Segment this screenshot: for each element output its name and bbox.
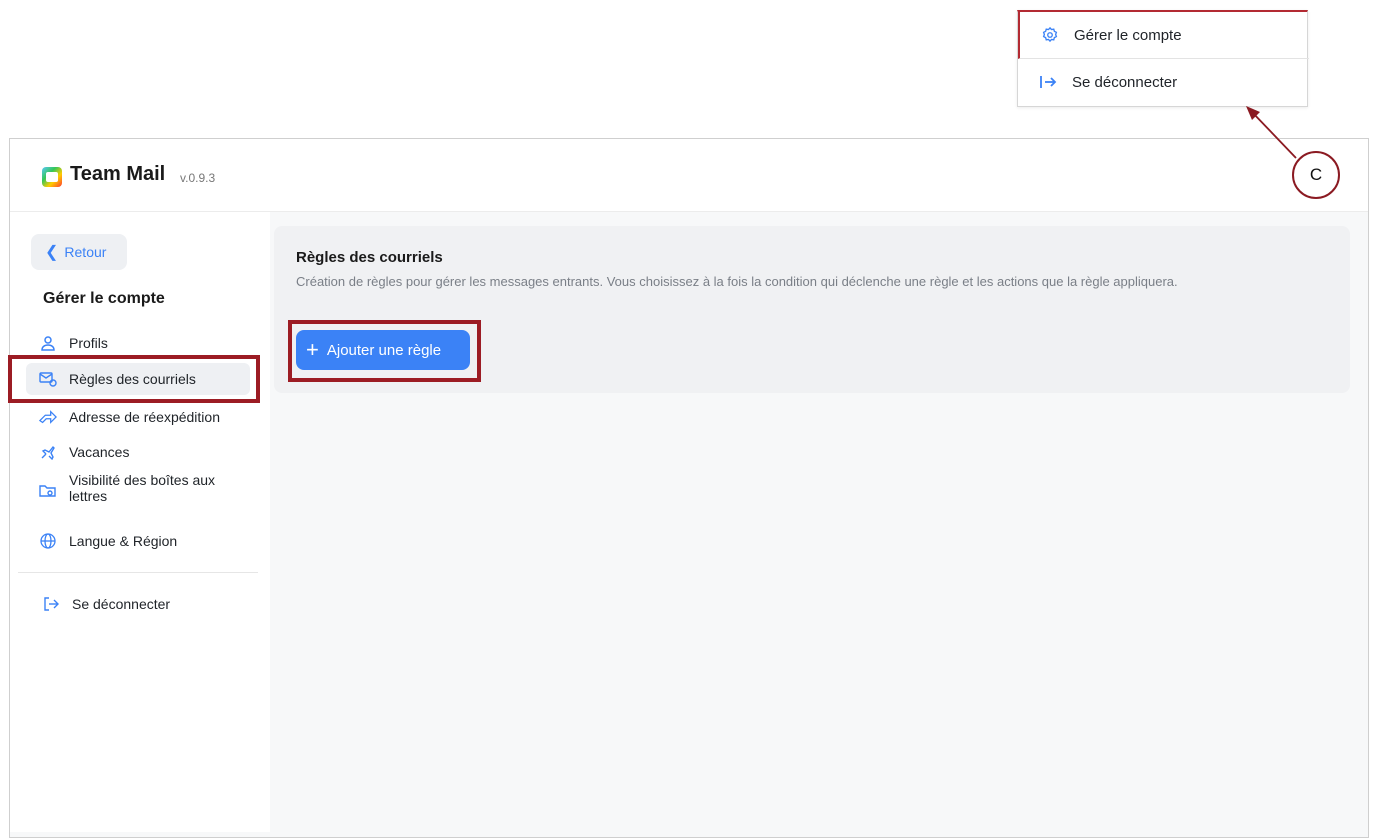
chevron-left-icon: ❮ — [45, 244, 59, 261]
app-window: Team Mail v.0.9.3 ❮ Retour Gérer le comp… — [9, 138, 1369, 838]
globe-icon — [39, 532, 57, 550]
sidebar-item-label: Langue & Région — [69, 533, 178, 549]
sidebar-item-language-region[interactable]: Langue & Région — [26, 525, 250, 557]
mailbox-visibility-icon — [39, 481, 57, 499]
menu-item-label: Se déconnecter — [1072, 73, 1178, 91]
gear-icon — [1040, 25, 1060, 45]
back-button[interactable]: ❮ Retour — [31, 234, 127, 270]
highlight-box-sidebar-item — [8, 355, 260, 403]
sidebar-item-mailbox-visibility[interactable]: Visibilité des boîtes aux lettres — [26, 470, 250, 510]
sidebar-item-forwarding[interactable]: Adresse de réexpédition — [26, 401, 250, 433]
team-mail-logo-icon — [42, 167, 62, 187]
menu-item-manage-account[interactable]: Gérer le compte — [1018, 12, 1309, 59]
sidebar-item-label: Adresse de réexpédition — [69, 409, 220, 425]
forward-icon — [39, 408, 57, 426]
panel-description: Création de règles pour gérer les messag… — [296, 274, 1178, 289]
sidebar-divider — [18, 572, 258, 573]
sidebar-logout-label: Se déconnecter — [72, 596, 171, 612]
sidebar-heading: Gérer le compte — [43, 290, 165, 307]
plane-icon — [39, 443, 57, 461]
app-version: v.0.9.3 — [180, 171, 216, 185]
sidebar-item-vacation[interactable]: Vacances — [26, 436, 250, 468]
highlight-box-add-button — [288, 320, 481, 382]
annotation-label: C — [1309, 165, 1323, 184]
menu-item-logout[interactable]: Se déconnecter — [1018, 59, 1307, 105]
sidebar: ❮ Retour Gérer le compte Profils Règles … — [10, 212, 270, 832]
account-dropdown-menu: Gérer le compte Se déconnecter — [1017, 10, 1309, 107]
back-button-label: Retour — [64, 244, 107, 260]
top-bar: Team Mail v.0.9.3 — [10, 139, 1368, 212]
sidebar-item-label: Profils — [69, 335, 108, 351]
panel-title: Règles des courriels — [296, 249, 443, 266]
sidebar-logout[interactable]: Se déconnecter — [26, 588, 250, 620]
logout-arrow-icon — [1038, 72, 1058, 92]
menu-item-label: Gérer le compte — [1074, 26, 1182, 44]
logout-icon — [42, 595, 60, 613]
sidebar-item-label: Visibilité des boîtes aux lettres — [69, 472, 216, 504]
annotation-callout-c: C — [1292, 151, 1340, 199]
sidebar-item-label: Vacances — [69, 444, 130, 460]
app-title: Team Mail — [70, 163, 166, 185]
user-icon — [39, 334, 57, 352]
